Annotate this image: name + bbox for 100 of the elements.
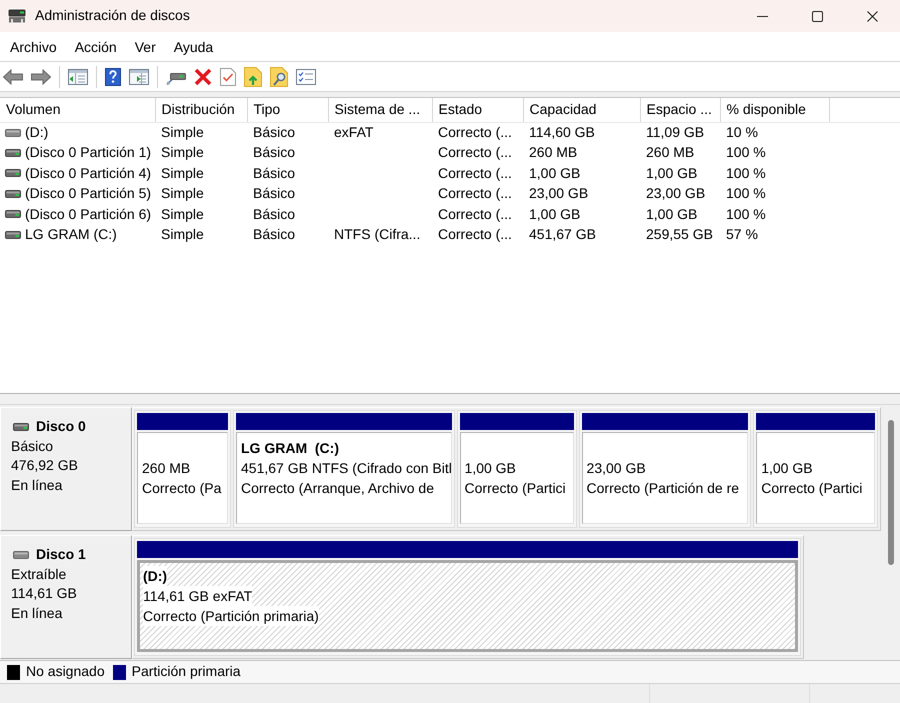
table-cell-text: NTFS (Cifra... xyxy=(333,225,422,244)
column-header[interactable]: Tipo xyxy=(247,98,328,122)
volume-name: (Disco 0 Partición 5) xyxy=(25,185,152,202)
table-cell-text: Simple xyxy=(160,164,205,183)
column-header[interactable]: Espacio ... xyxy=(640,98,720,122)
table-cell: 11,09 GB xyxy=(640,122,720,142)
partition-status: Correcto (Partici xyxy=(761,479,862,498)
checklist-icon[interactable] xyxy=(296,68,316,84)
table-cell-text: Simple xyxy=(160,184,205,203)
drive-icon xyxy=(13,550,29,559)
drive-icon xyxy=(5,128,21,136)
folder-arrow-icon[interactable] xyxy=(244,66,262,86)
drive-icon xyxy=(5,148,21,157)
table-cell-text: 1,00 GB xyxy=(645,204,698,224)
forward-arrow-icon[interactable] xyxy=(31,68,51,84)
table-cell: exFAT xyxy=(328,122,432,142)
table-cell-text: 259,55 GB xyxy=(645,225,714,244)
disk-size: 114,61 GB xyxy=(11,584,78,603)
partition-status: Correcto (Partición primaria) xyxy=(143,606,319,626)
volume-name: (Disco 0 Partición 1) xyxy=(25,144,152,162)
table-cell: 10 % xyxy=(720,122,829,142)
partition-status: Correcto (Partici xyxy=(464,479,566,498)
column-header[interactable]: Volumen xyxy=(0,98,155,122)
table-cell-text: 1,00 GB xyxy=(645,164,698,182)
table-cell: Básico xyxy=(247,122,328,142)
column-header[interactable]: % disponible xyxy=(720,98,829,122)
close-icon xyxy=(867,10,878,22)
table-cell-text: 260 MB xyxy=(645,143,696,162)
partition-size: 260 MB xyxy=(142,459,190,478)
partition[interactable]: 23,00 GB Correcto (Partición de re xyxy=(578,410,752,528)
partition[interactable]: 1,00 GB Correcto (Partici xyxy=(753,410,878,528)
table-cell-text: 451,67 GB xyxy=(528,225,597,244)
partition-status: Correcto (Pa xyxy=(142,479,222,498)
partition-size: 1,00 GB xyxy=(464,459,516,478)
table-cell-text: 100 % xyxy=(725,204,767,224)
table-cell-text: Simple xyxy=(160,204,205,224)
partition[interactable]: LG GRAM (C:) 451,67 GB NTFS (Cifrado con Bitl Correcto (Arranque, Archivo de xyxy=(233,410,455,528)
table-cell-text: 100 % xyxy=(725,143,767,162)
menu-item[interactable]: Ayuda xyxy=(164,36,222,56)
delete-icon[interactable] xyxy=(194,68,212,86)
back-arrow-icon[interactable] xyxy=(3,68,23,84)
table-cell-text: Simple xyxy=(160,225,205,244)
table-cell-text: 57 % xyxy=(725,225,759,244)
volume-name: (Disco 0 Partición 6) xyxy=(25,206,152,223)
partition[interactable]: 260 MB Correcto (Pa xyxy=(134,410,231,528)
table-cell-text: 1,00 GB xyxy=(528,164,582,182)
partition-size: 1,00 GB xyxy=(761,459,813,478)
column-header[interactable]: Sistema de ... xyxy=(328,98,432,122)
drive-icon xyxy=(8,9,26,23)
volume-name: LG GRAM (C:) xyxy=(25,226,117,244)
table-cell-text: Básico xyxy=(252,143,296,162)
table-cell-text: Correcto (... xyxy=(437,164,513,183)
table-cell: Simple xyxy=(155,122,247,142)
partition-size: 23,00 GB xyxy=(586,459,646,478)
drive-icon xyxy=(13,422,29,431)
legend-label: Partición primaria xyxy=(132,663,241,681)
maximize-icon xyxy=(812,10,823,22)
table-cell-text: Correcto (... xyxy=(437,143,513,162)
disk-size: 476,92 GB xyxy=(11,456,79,475)
menu-item[interactable]: Ver xyxy=(126,36,165,56)
table-cell-text: Básico xyxy=(252,184,296,203)
table-cell-text: Correcto (... xyxy=(437,184,513,203)
disk-status: En línea xyxy=(11,604,64,622)
column-header[interactable]: Capacidad xyxy=(523,98,640,122)
panel-icon[interactable] xyxy=(68,68,88,84)
partition[interactable]: 1,00 GB Correcto (Partici xyxy=(456,410,577,528)
table-cell-text: 100 % xyxy=(725,184,767,203)
drive-icon xyxy=(5,190,21,198)
partition-label: (D:) xyxy=(143,566,168,586)
partition[interactable]: (D:) 114,61 GB exFAT Correcto (Partición primaria) xyxy=(134,538,801,656)
column-header[interactable]: Estado xyxy=(432,98,523,122)
table-cell-text: Simple xyxy=(160,143,205,162)
partition-label: LG GRAM (C:) xyxy=(241,439,339,458)
volume-name: (D:) xyxy=(25,124,48,142)
table-cell-text: 100 % xyxy=(725,164,767,182)
partition-status: Correcto (Arranque, Archivo de xyxy=(241,479,434,498)
table-cell-text: Básico xyxy=(252,225,296,244)
menu-item[interactable]: Archivo xyxy=(1,36,66,56)
document-check-icon[interactable] xyxy=(220,68,236,86)
menu-item[interactable]: Acción xyxy=(66,36,126,56)
partition-status: Correcto (Partición de re xyxy=(586,479,740,498)
help-icon[interactable] xyxy=(105,68,121,86)
table-cell-text: 1,00 GB xyxy=(528,204,582,224)
drive-icon xyxy=(5,230,21,239)
table-cell-text: 23,00 GB xyxy=(645,184,706,203)
disk-name: Disco 1 xyxy=(36,545,86,564)
partition-size: 114,61 GB exFAT xyxy=(143,586,252,606)
table-cell-text: 260 MB xyxy=(528,143,578,162)
window-title: Administración de discos xyxy=(35,7,191,25)
table-cell-text: Correcto (... xyxy=(437,204,513,224)
drive-icon xyxy=(5,210,21,218)
column-header[interactable]: Distribución xyxy=(155,98,247,122)
table-cell-text: Correcto (... xyxy=(437,225,513,244)
disk-type: Básico xyxy=(11,436,54,456)
table-cell-text: Básico xyxy=(252,204,296,224)
folder-search-icon[interactable] xyxy=(270,66,288,86)
disk-type: Extraíble xyxy=(11,564,68,584)
disk-name: Disco 0 xyxy=(36,417,86,436)
panel-icon[interactable] xyxy=(129,68,149,84)
scrollbar-thumb[interactable] xyxy=(888,420,894,565)
